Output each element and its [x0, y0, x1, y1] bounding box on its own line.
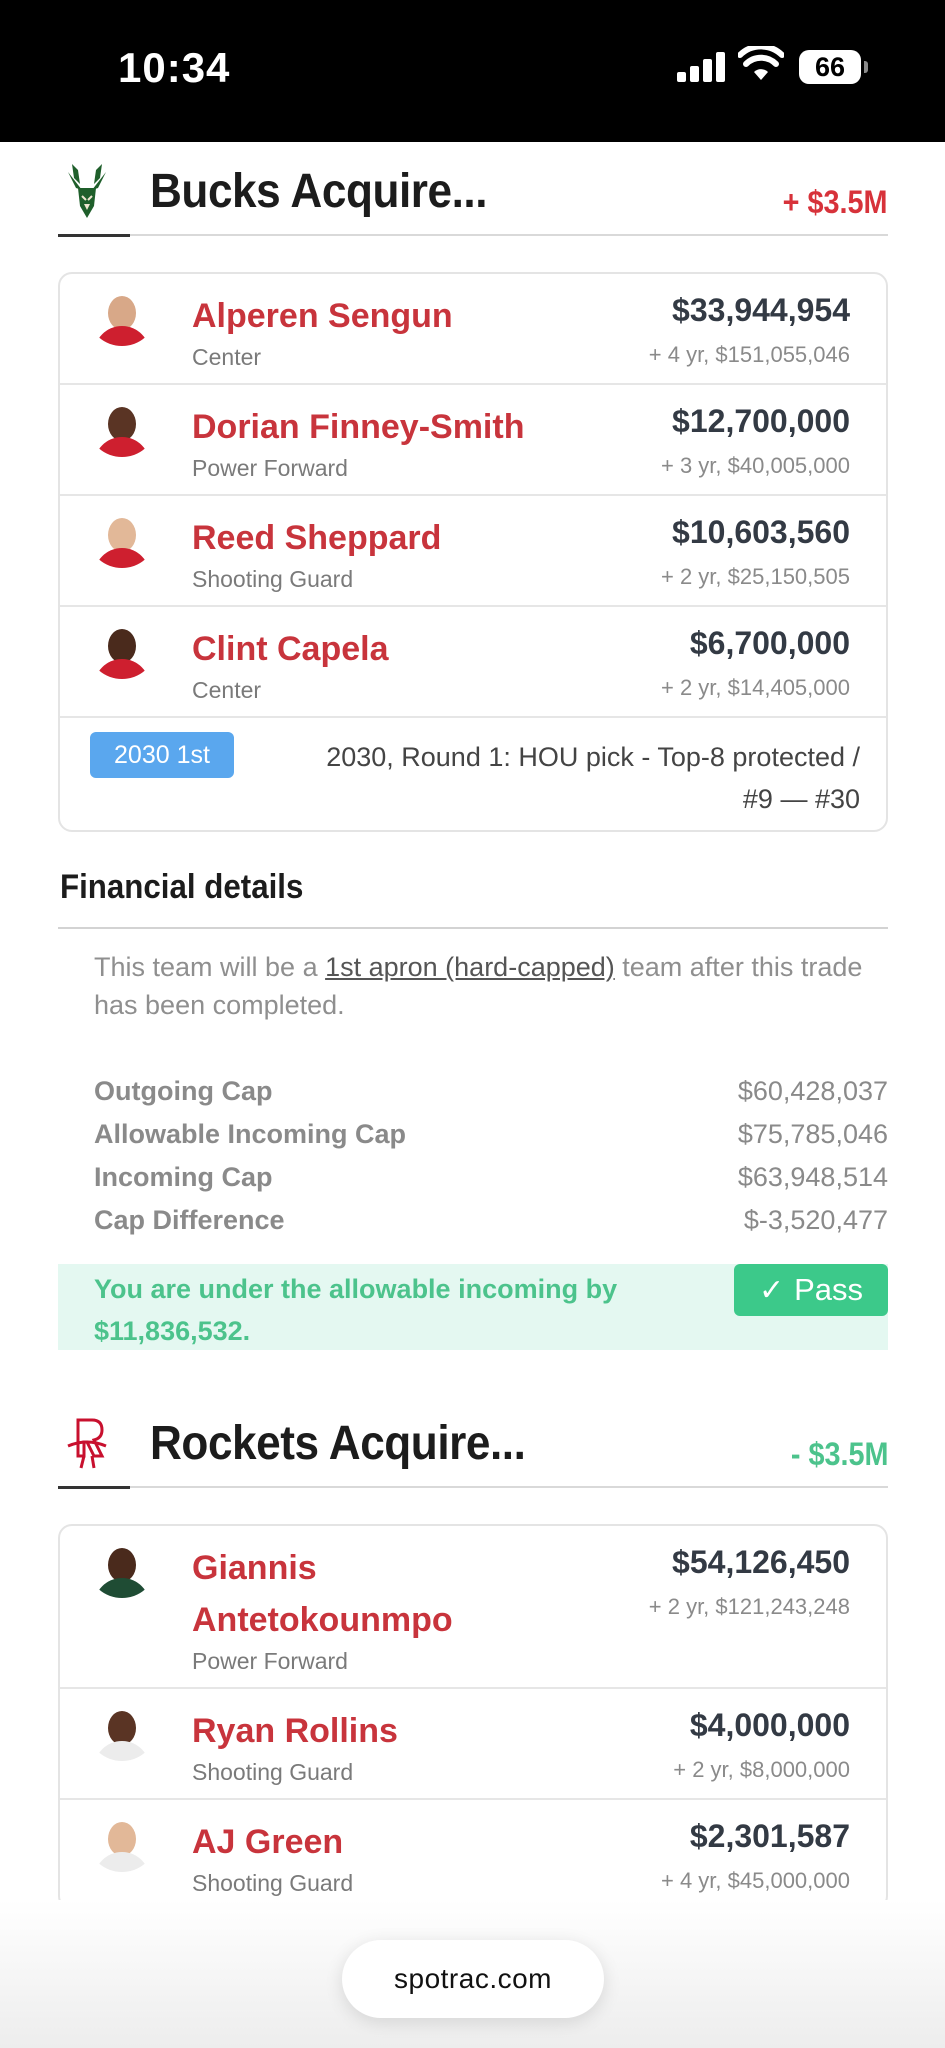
status-bar: 10:34 66: [0, 0, 945, 142]
wifi-icon: [738, 46, 784, 80]
player-name[interactable]: Alperen Sengun: [192, 290, 572, 342]
cap-value: $-3,520,477: [743, 1205, 888, 1235]
player-position: Center: [192, 344, 262, 370]
cap-label: Allowable Incoming Cap: [94, 1119, 407, 1149]
player-avatar: [90, 623, 154, 679]
apron-link[interactable]: 1st apron (hard-capped): [325, 952, 615, 982]
cap-table: Outgoing Cap $60,428,037 Allowable Incomi…: [94, 1072, 888, 1244]
player-row[interactable]: Giannis Antetokounmpo Power Forward $54,…: [60, 1526, 886, 1689]
player-name[interactable]: Dorian Finney-Smith: [192, 401, 572, 453]
player-extension: + 3 yr, $40,005,000: [661, 453, 850, 478]
watermark-pill: spotrac.com: [342, 1940, 604, 2018]
apron-note: This team will be a 1st apron (hard-capp…: [94, 948, 864, 1024]
player-name[interactable]: Reed Sheppard: [192, 512, 572, 564]
cell-signal-icon: [677, 52, 727, 82]
player-row[interactable]: AJ Green Shooting Guard $2,301,587 + 4 y…: [60, 1800, 886, 1908]
player-salary: $33,944,954: [672, 292, 850, 328]
player-avatar: [90, 1542, 154, 1598]
pass-badge: ✓ Pass: [734, 1264, 888, 1316]
player-extension: + 4 yr, $45,000,000: [661, 1868, 850, 1893]
player-name[interactable]: Ryan Rollins: [192, 1705, 572, 1757]
player-salary: $12,700,000: [672, 403, 850, 439]
player-extension: + 2 yr, $14,405,000: [661, 675, 850, 700]
player-row[interactable]: Clint Capela Center $6,700,000 + 2 yr, $…: [60, 607, 886, 718]
player-extension: + 4 yr, $151,055,046: [648, 342, 850, 367]
player-position: Center: [192, 677, 262, 703]
player-row[interactable]: Alperen Sengun Center $33,944,954 + 4 yr…: [60, 274, 886, 385]
rockets-players-card: Giannis Antetokounmpo Power Forward $54,…: [58, 1524, 888, 1910]
section-title: Rockets Acquire...: [150, 1417, 526, 1470]
player-position: Shooting Guard: [192, 566, 354, 592]
deer-antlers-icon: [68, 164, 106, 218]
cap-value: $75,785,046: [737, 1119, 888, 1149]
player-salary: $54,126,450: [672, 1544, 850, 1580]
financial-details-title: Financial details: [60, 868, 304, 906]
player-row[interactable]: Dorian Finney-Smith Power Forward $12,70…: [60, 385, 886, 496]
player-extension: + 2 yr, $25,150,505: [661, 564, 850, 589]
cap-delta: + $3.5M: [783, 184, 888, 220]
player-position: Power Forward: [192, 455, 348, 481]
player-extension: + 2 yr, $8,000,000: [673, 1757, 850, 1782]
header-accent-line: [58, 1486, 130, 1489]
apron-note-prefix: This team will be a: [94, 952, 326, 982]
header-accent-line: [58, 234, 130, 237]
cap-label: Outgoing Cap: [94, 1076, 273, 1106]
player-position: Shooting Guard: [192, 1870, 354, 1896]
pass-label: Pass: [794, 1272, 864, 1307]
cap-row: Incoming Cap $63,948,514: [94, 1158, 888, 1201]
draft-pick-description: 2030, Round 1: HOU pick - Top-8 protecte…: [326, 742, 860, 814]
player-salary: $6,700,000: [689, 625, 850, 661]
cap-row: Cap Difference $-3,520,477: [94, 1201, 888, 1244]
player-avatar: [90, 512, 154, 568]
cap-value: $63,948,514: [737, 1162, 888, 1192]
draft-pick-badge[interactable]: 2030 1st: [90, 732, 234, 778]
player-avatar: [90, 1816, 154, 1872]
cap-value: $60,428,037: [737, 1076, 888, 1106]
player-avatar: [90, 401, 154, 457]
cap-row: Allowable Incoming Cap $75,785,046: [94, 1115, 888, 1158]
cap-label: Incoming Cap: [94, 1162, 273, 1192]
player-extension: + 2 yr, $121,243,248: [648, 1594, 850, 1619]
player-row[interactable]: Ryan Rollins Shooting Guard $4,000,000 +…: [60, 1689, 886, 1800]
bucks-section-header: Bucks Acquire... + $3.5M: [58, 146, 888, 237]
player-row[interactable]: Reed Sheppard Shooting Guard $10,603,560…: [60, 496, 886, 607]
battery-icon: 66: [799, 50, 868, 84]
player-avatar: [90, 1705, 154, 1761]
player-position: Shooting Guard: [192, 1759, 354, 1785]
cap-row: Outgoing Cap $60,428,037: [94, 1072, 888, 1115]
player-salary: $10,603,560: [672, 514, 850, 550]
divider: [58, 927, 888, 929]
check-icon: ✓: [758, 1274, 785, 1307]
trade-result-text: You are under the allowable incoming by …: [94, 1274, 618, 1346]
player-avatar: [90, 290, 154, 346]
player-name[interactable]: AJ Green: [192, 1816, 572, 1868]
rocket-r-icon: [67, 1418, 107, 1469]
player-name[interactable]: Giannis Antetokounmpo: [192, 1542, 572, 1646]
player-salary: $2,301,587: [689, 1818, 850, 1854]
player-name[interactable]: Clint Capela: [192, 623, 572, 675]
cap-delta: - $3.5M: [790, 1436, 888, 1472]
rockets-section-header: Rockets Acquire... - $3.5M: [58, 1398, 888, 1489]
status-time: 10:34: [118, 44, 231, 91]
cap-label: Cap Difference: [94, 1205, 285, 1235]
section-title: Bucks Acquire...: [150, 165, 488, 218]
player-position: Power Forward: [192, 1648, 348, 1674]
trade-result-banner: You are under the allowable incoming by …: [58, 1264, 888, 1350]
bucks-players-card: Alperen Sengun Center $33,944,954 + 4 yr…: [58, 272, 888, 832]
draft-pick-row: 2030 1st 2030, Round 1: HOU pick - Top-8…: [60, 718, 886, 830]
player-salary: $4,000,000: [689, 1707, 850, 1743]
